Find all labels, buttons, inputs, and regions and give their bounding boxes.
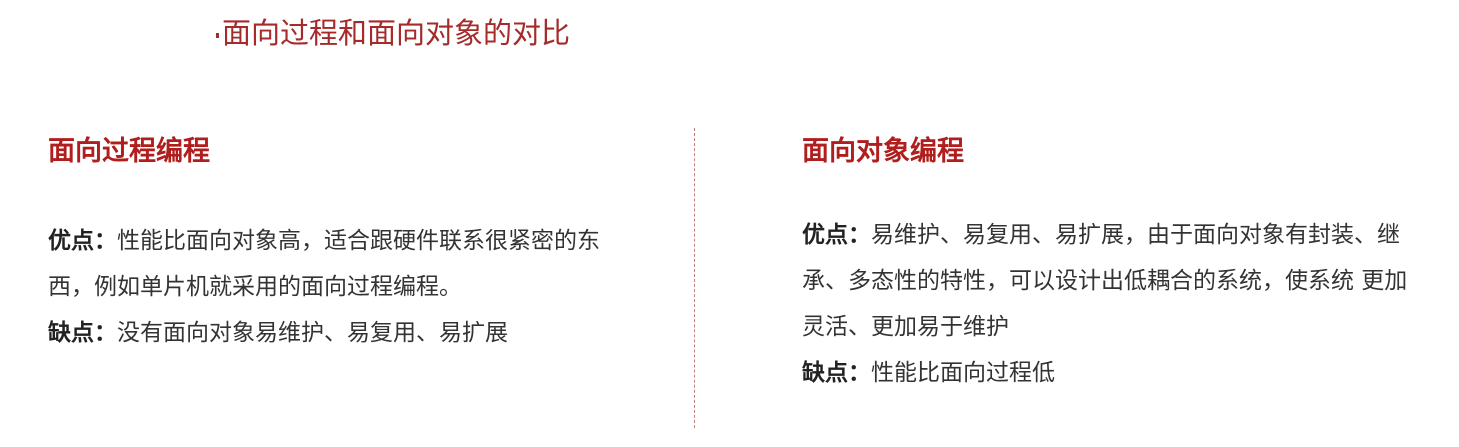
procedural-pros: 优点：性能比面向对象高，适合跟硬件联系很紧密的东西，例如单片机就采用的面向过程编… <box>48 218 618 310</box>
column-divider <box>694 128 695 428</box>
object-oriented-cons: 缺点：性能比面向过程低 <box>802 350 1422 396</box>
cons-label: 缺点： <box>48 320 117 346</box>
cons-label: 缺点： <box>802 360 871 386</box>
pros-label: 优点： <box>48 228 117 254</box>
pros-text: 性能比面向对象高，适合跟硬件联系很紧密的东西，例如单片机就采用的面向过程编程。 <box>48 228 600 300</box>
title-accent-mark <box>216 33 219 38</box>
procedural-body: 优点：性能比面向对象高，适合跟硬件联系很紧密的东西，例如单片机就采用的面向过程编… <box>48 218 618 356</box>
procedural-heading: 面向过程编程 <box>48 136 210 167</box>
procedural-cons: 缺点：没有面向对象易维护、易复用、易扩展 <box>48 310 618 356</box>
pros-text: 易维护、易复用、易扩展，由于面向对象有封装、继承、多态性的特性，可以设计出低耦合… <box>802 222 1408 340</box>
cons-text: 性能比面向过程低 <box>871 360 1055 386</box>
object-oriented-body: 优点：易维护、易复用、易扩展，由于面向对象有封装、继承、多态性的特性，可以设计出… <box>802 212 1422 396</box>
object-oriented-pros: 优点：易维护、易复用、易扩展，由于面向对象有封装、继承、多态性的特性，可以设计出… <box>802 212 1422 350</box>
pros-label: 优点： <box>802 222 871 248</box>
page-title: 面向过程和面向对象的对比 <box>222 16 571 50</box>
cons-text: 没有面向对象易维护、易复用、易扩展 <box>117 320 508 346</box>
object-oriented-heading: 面向对象编程 <box>802 136 964 167</box>
